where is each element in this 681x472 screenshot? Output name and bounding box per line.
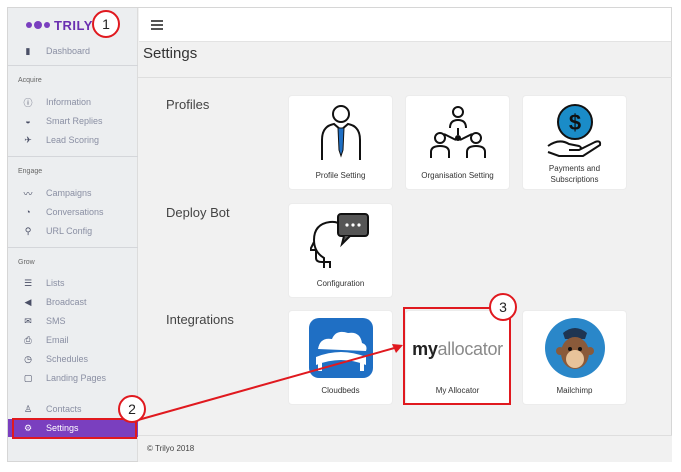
sidebar-item-label: Landing Pages xyxy=(46,373,107,383)
sidebar-divider xyxy=(8,65,138,66)
sidebar-item-dashboard[interactable]: ▮ Dashboard xyxy=(8,42,138,60)
person-tie-icon xyxy=(320,105,361,160)
sidebar-item-label: Information xyxy=(46,97,92,107)
sidebar-item-campaigns[interactable]: 〰 Campaigns xyxy=(8,184,138,202)
clock-icon: ◷ xyxy=(24,353,32,364)
annotation-badge-2: 2 xyxy=(118,395,146,423)
sidebar-item-conversations[interactable]: ◔ Conversations xyxy=(8,203,138,221)
conversation-icon: ◔ xyxy=(25,207,31,217)
sidebar-item-smart-replies[interactable]: ◒ Smart Replies xyxy=(8,112,138,130)
mailchimp-logo-icon xyxy=(544,318,605,378)
highlight-settings xyxy=(12,418,137,439)
annotation-badge-1: 1 xyxy=(92,10,120,38)
section-heading-grow: Grow xyxy=(18,259,35,266)
sidebar-divider xyxy=(8,156,138,157)
top-bar xyxy=(139,8,671,42)
bot-head-speech-icon xyxy=(309,213,369,268)
trend-line-icon: 〰 xyxy=(23,188,33,199)
svg-text:$: $ xyxy=(568,110,580,135)
sidebar-item-sms[interactable]: ✉ SMS xyxy=(8,312,138,330)
screenshot-frame: TRILYO ▮ Dashboard Acquire ⓘ Information… xyxy=(0,0,681,472)
card-mailchimp[interactable]: Mailchimp xyxy=(522,310,627,405)
card-label: Cloudbeds xyxy=(321,386,360,395)
section-heading-acquire: Acquire xyxy=(18,77,42,84)
mail-open-icon: ⎙ xyxy=(24,334,32,345)
sidebar-item-label: Dashboard xyxy=(46,46,91,56)
sidebar-item-label: Broadcast xyxy=(46,297,87,307)
section-heading-engage: Engage xyxy=(18,168,43,175)
sidebar-item-broadcast[interactable]: ◀ Broadcast xyxy=(8,293,138,311)
bar-chart-icon: ▮ xyxy=(25,45,31,56)
card-organisation-setting[interactable]: Organisation Setting xyxy=(405,95,510,190)
card-label: Organisation Setting xyxy=(421,171,494,180)
highlight-my-allocator xyxy=(403,307,511,405)
sidebar-item-label: Lead Scoring xyxy=(46,135,100,145)
megaphone-icon: ◀ xyxy=(24,296,32,307)
link-icon: ⚲ xyxy=(24,225,32,236)
sidebar-item-lead-scoring[interactable]: ✈ Lead Scoring xyxy=(8,131,138,149)
annotation-badge-3: 3 xyxy=(489,293,517,321)
page-footer: © Trilyo 2018 xyxy=(138,435,672,462)
sidebar-item-url-config[interactable]: ⚲ URL Config xyxy=(8,222,138,240)
sidebar-item-label: SMS xyxy=(46,316,66,326)
sidebar-item-label: Conversations xyxy=(46,207,104,217)
sidebar-item-landing-pages[interactable]: ▢ Landing Pages xyxy=(8,369,138,387)
copyright-text: © Trilyo 2018 xyxy=(147,444,195,453)
organisation-icon xyxy=(429,106,486,158)
card-label: Payments and Subscriptions xyxy=(548,164,601,184)
sidebar-item-label: Lists xyxy=(46,278,65,288)
sidebar-divider xyxy=(8,247,138,248)
chat-bubble-icon: ◒ xyxy=(25,116,31,126)
page-title: Settings xyxy=(143,45,198,62)
cloudbeds-logo-icon xyxy=(308,318,373,378)
card-label: Mailchimp xyxy=(556,386,593,395)
group-label-deploy-bot: Deploy Bot xyxy=(166,205,230,220)
card-configuration[interactable]: Configuration xyxy=(288,203,393,298)
card-profile-setting[interactable]: Profile Setting xyxy=(288,95,393,190)
logo-dots-icon xyxy=(26,21,50,29)
sidebar-item-label: Contacts xyxy=(46,404,82,414)
sidebar-item-label: URL Config xyxy=(46,226,93,236)
sidebar-item-label: Campaigns xyxy=(46,188,92,198)
title-divider xyxy=(138,77,672,78)
sidebar-item-label: Email xyxy=(46,335,69,345)
sidebar-item-email[interactable]: ⎙ Email xyxy=(8,331,138,349)
sidebar-item-label: Schedules xyxy=(46,354,89,364)
card-label: Profile Setting xyxy=(315,171,366,180)
contacts-icon: ♙ xyxy=(23,403,33,414)
payment-hand-icon: $ xyxy=(546,104,601,157)
envelope-icon: ✉ xyxy=(24,315,32,326)
sidebar: TRILYO ▮ Dashboard Acquire ⓘ Information… xyxy=(8,8,138,461)
page-icon: ▢ xyxy=(23,372,33,383)
rocket-icon: ✈ xyxy=(24,134,32,145)
card-cloudbeds[interactable]: Cloudbeds xyxy=(288,310,393,405)
info-icon: ⓘ xyxy=(23,97,33,108)
card-payments-subscriptions[interactable]: $ Payments and Subscriptions xyxy=(522,95,627,190)
sidebar-item-label: Smart Replies xyxy=(46,116,103,126)
card-label: Configuration xyxy=(316,279,365,288)
sidebar-item-schedules[interactable]: ◷ Schedules xyxy=(8,350,138,368)
sidebar-item-information[interactable]: ⓘ Information xyxy=(8,93,138,111)
sidebar-item-lists[interactable]: ☰ Lists xyxy=(8,274,138,292)
group-label-profiles: Profiles xyxy=(166,97,210,112)
list-icon: ☰ xyxy=(23,277,33,288)
group-label-integrations: Integrations xyxy=(166,312,234,327)
menu-toggle-icon[interactable] xyxy=(151,20,163,30)
